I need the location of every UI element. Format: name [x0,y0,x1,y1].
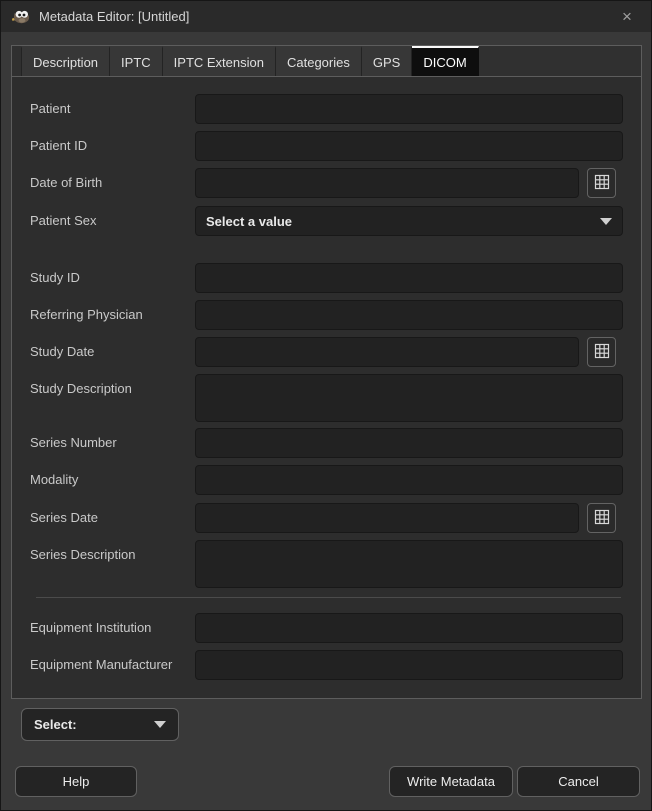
metadata-editor-window: Metadata Editor: [Untitled] × Descriptio… [0,0,652,811]
study-description-textarea[interactable] [195,374,623,422]
equipment-institution-input[interactable] [195,613,623,643]
tab-categories[interactable]: Categories [276,46,362,76]
series-description-label: Series Description [30,540,136,570]
patient-sex-selected-value: Select a value [206,214,292,229]
titlebar: Metadata Editor: [Untitled] × [1,1,651,32]
patient-id-label: Patient ID [30,131,87,161]
help-button[interactable]: Help [15,766,137,797]
metadata-notebook: Description IPTC IPTC Extension Categori… [11,45,642,699]
window-title: Metadata Editor: [Untitled] [39,9,189,24]
calendar-grid-icon [594,174,610,193]
patient-id-input[interactable] [195,131,623,161]
date-of-birth-label: Date of Birth [30,168,102,198]
series-description-textarea[interactable] [195,540,623,588]
study-date-label: Study Date [30,337,94,367]
equipment-manufacturer-label: Equipment Manufacturer [30,650,172,680]
series-number-input[interactable] [195,428,623,458]
study-id-label: Study ID [30,263,80,293]
calendar-grid-icon [594,509,610,528]
modality-label: Modality [30,465,78,495]
close-icon[interactable]: × [613,5,641,29]
series-date-calendar-button[interactable] [587,503,616,533]
referring-physician-input[interactable] [195,300,623,330]
referring-physician-label: Referring Physician [30,300,143,330]
tab-iptc[interactable]: IPTC [110,46,163,76]
tab-strip: Description IPTC IPTC Extension Categori… [12,46,641,76]
tab-gps[interactable]: GPS [362,46,412,76]
equipment-institution-label: Equipment Institution [30,613,151,643]
chevron-down-icon [600,218,612,225]
tab-iptc-extension[interactable]: IPTC Extension [163,46,276,76]
modality-input[interactable] [195,465,623,495]
dicom-form: Patient Patient ID Date of Birth [12,76,641,698]
tab-description[interactable]: Description [21,46,110,76]
cancel-button[interactable]: Cancel [517,766,640,797]
footer-select-dropdown[interactable]: Select: [21,708,179,741]
study-date-calendar-button[interactable] [587,337,616,367]
equipment-manufacturer-input[interactable] [195,650,623,680]
series-number-label: Series Number [30,428,117,458]
tab-dicom[interactable]: DICOM [412,46,478,76]
patient-sex-select[interactable]: Select a value [195,206,623,236]
study-description-label: Study Description [30,374,132,404]
patient-label: Patient [30,94,70,124]
write-metadata-button[interactable]: Write Metadata [389,766,513,797]
footer-select-label: Select: [34,717,77,732]
section-separator [36,597,621,598]
date-of-birth-calendar-button[interactable] [587,168,616,198]
gimp-wilber-icon [11,9,31,25]
study-date-input[interactable] [195,337,579,367]
date-of-birth-input[interactable] [195,168,579,198]
calendar-grid-icon [594,343,610,362]
chevron-down-icon [154,721,166,728]
study-id-input[interactable] [195,263,623,293]
series-date-input[interactable] [195,503,579,533]
patient-sex-label: Patient Sex [30,206,97,236]
series-date-label: Series Date [30,503,98,533]
patient-input[interactable] [195,94,623,124]
